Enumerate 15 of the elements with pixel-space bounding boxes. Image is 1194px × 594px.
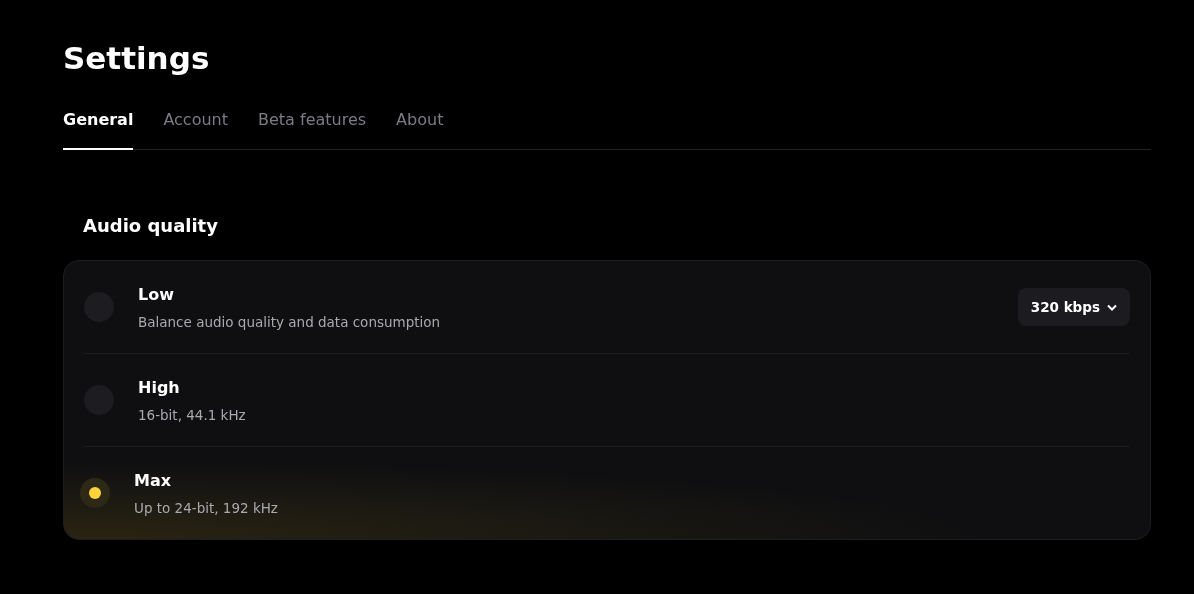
option-description: Balance audio quality and data consumption bbox=[138, 313, 442, 330]
radio-button[interactable] bbox=[80, 478, 110, 508]
option-label: High bbox=[138, 377, 181, 397]
option-description: 16-bit, 44.1 kHz bbox=[138, 406, 247, 423]
tab[interactable]: General bbox=[63, 110, 134, 150]
section-title: Audio quality bbox=[83, 214, 219, 238]
option-label: Low bbox=[138, 284, 175, 304]
option-label: Max bbox=[134, 470, 173, 490]
tab[interactable]: Account bbox=[163, 110, 228, 150]
bitrate-dropdown[interactable]: 320 kbps bbox=[1017, 288, 1130, 326]
option-description: Up to 24-bit, 192 kHz bbox=[134, 499, 279, 516]
chevron-down-icon bbox=[1107, 303, 1117, 311]
tab[interactable]: About bbox=[396, 110, 444, 150]
tab[interactable]: Beta features bbox=[258, 110, 367, 150]
page-title: Settings bbox=[63, 39, 211, 78]
